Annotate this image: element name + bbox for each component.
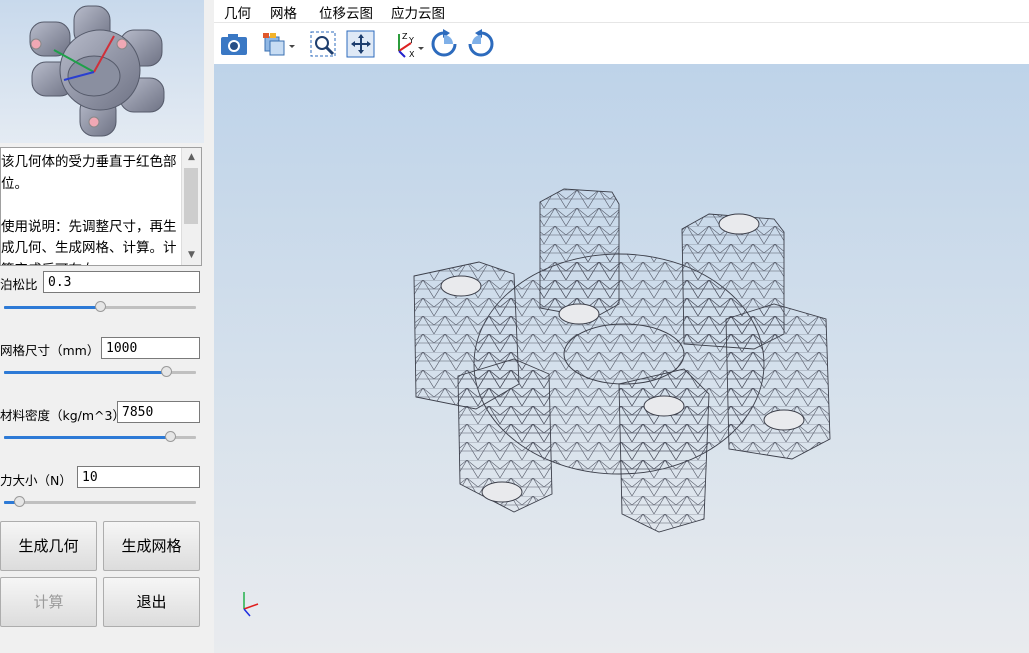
geometry-preview [0,0,204,143]
density-input[interactable] [117,401,200,423]
generate-geometry-button[interactable]: 生成几何 [0,521,97,571]
density-label: 材料密度（kg/m^3） [0,408,125,423]
mesh-wireframe-icon [243,188,831,617]
mesh-size-slider[interactable] [4,366,196,378]
rotate-ccw-icon[interactable] [466,29,496,59]
force-input[interactable] [77,466,200,488]
description-text: 该几何体的受力垂直于红色部位。 使用说明：先调整尺寸，再生成几何、生成网格、计算… [1,154,177,265]
svg-text:Z: Z [402,32,408,41]
menu-mesh[interactable]: 网格 [270,2,297,22]
view-cube-icon[interactable] [261,29,295,59]
camera-icon[interactable] [219,29,249,59]
axes-orient-icon[interactable]: ZYX [391,29,424,59]
mesh-size-input[interactable] [101,337,200,359]
menu-bar: 几何 网格 位移云图 应力云图 [214,0,1029,22]
3d-viewport[interactable] [214,64,1029,653]
rotate-cw-icon[interactable] [429,29,459,59]
gear-thumbnail-icon [29,5,165,137]
description-box[interactable]: 该几何体的受力垂直于红色部位。 使用说明：先调整尺寸，再生成几何、生成网格、计算… [0,147,202,266]
scroll-up-icon[interactable]: ▲ [185,150,198,164]
poisson-ratio-slider[interactable] [4,301,196,313]
svg-text:X: X [409,50,415,59]
slider-handle[interactable] [14,496,25,507]
compute-button[interactable]: 计算 [0,577,97,627]
slider-handle[interactable] [95,301,106,312]
menu-stress[interactable]: 应力云图 [391,2,445,22]
force-label: 力大小（N） [0,473,72,488]
zoom-window-icon[interactable] [309,29,339,59]
poisson-ratio-label: 泊松比 [0,277,38,292]
menu-displacement[interactable]: 位移云图 [319,2,373,22]
scroll-down-icon[interactable]: ▼ [185,248,198,262]
density-slider[interactable] [4,431,196,443]
svg-text:Y: Y [408,36,414,45]
menu-geometry[interactable]: 几何 [224,2,251,22]
slider-handle[interactable] [161,366,172,377]
description-scrollbar[interactable]: ▲ ▼ [181,148,201,265]
poisson-ratio-input[interactable] [43,271,200,293]
splitter[interactable] [206,0,214,653]
force-slider[interactable] [4,496,196,508]
control-panel: 该几何体的受力垂直于红色部位。 使用说明：先调整尺寸，再生成几何、生成网格、计算… [0,0,206,653]
slider-handle[interactable] [165,431,176,442]
generate-mesh-button[interactable]: 生成网格 [103,521,200,571]
fit-all-icon[interactable] [346,29,376,59]
toolbar: ZYX [214,22,1029,65]
exit-button[interactable]: 退出 [103,577,200,627]
axis-triad-icon [243,592,259,617]
mesh-size-label: 网格尺寸（mm） [0,343,100,358]
scroll-thumb[interactable] [184,168,198,224]
